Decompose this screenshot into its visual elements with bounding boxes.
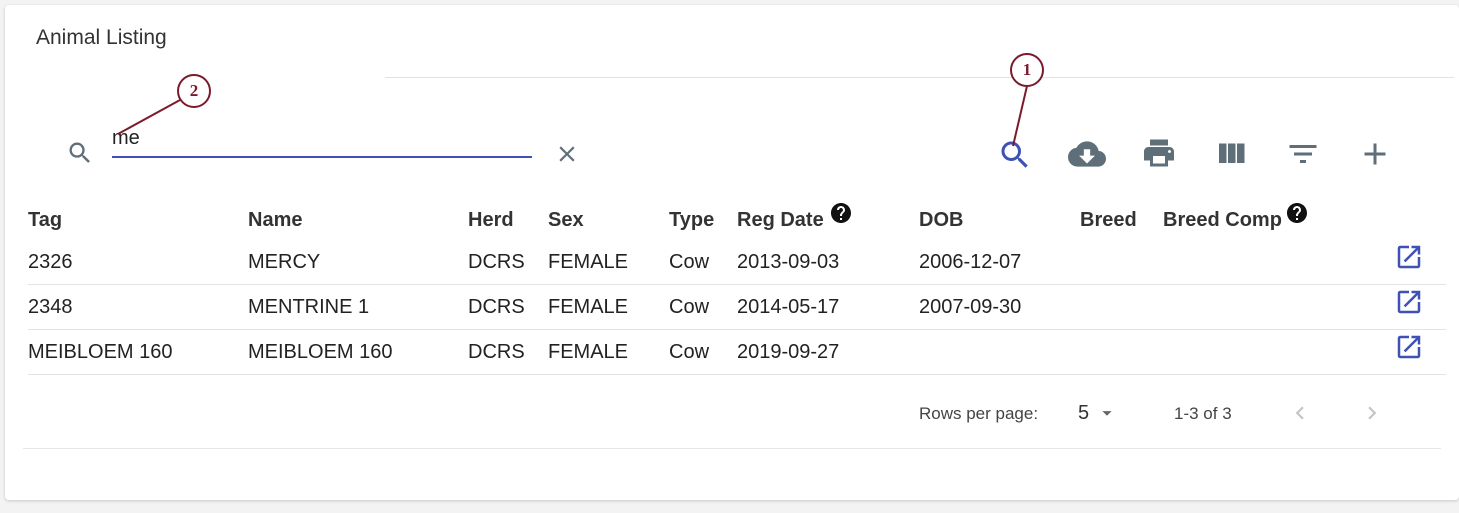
view-column-icon[interactable] [1213, 136, 1249, 172]
dropdown-arrow-icon[interactable] [1096, 402, 1118, 424]
column-header-tag[interactable]: Tag [28, 209, 62, 232]
cell-reg-date: 2019-09-27 [737, 341, 840, 363]
help-icon[interactable] [1285, 201, 1309, 225]
open-in-new-icon[interactable] [1394, 287, 1424, 317]
column-header-name[interactable]: Name [248, 209, 302, 232]
clear-search-icon[interactable] [554, 141, 580, 167]
previous-page-icon[interactable] [1287, 400, 1313, 426]
open-in-new-icon[interactable] [1394, 242, 1424, 272]
cell-dob: 2007-09-30 [919, 296, 1022, 318]
row-divider [28, 329, 1446, 330]
cell-name: MERCY [248, 251, 321, 273]
open-in-new-icon[interactable] [1394, 332, 1424, 362]
column-header-dob[interactable]: DOB [919, 209, 963, 232]
cell-reg-date: 2014-05-17 [737, 296, 840, 318]
cell-herd: DCRS [468, 296, 525, 318]
search-icon [69, 142, 90, 163]
annotation-callout: 1 [1010, 53, 1044, 87]
toolbar-search-icon[interactable] [997, 137, 1033, 173]
cell-sex: FEMALE [548, 341, 629, 363]
cloud-download-icon[interactable] [1068, 135, 1106, 173]
page-title: Animal Listing [36, 26, 167, 49]
cell-sex: FEMALE [548, 296, 629, 318]
column-header-herd[interactable]: Herd [468, 209, 514, 232]
help-icon[interactable] [829, 201, 853, 225]
cell-herd: DCRS [468, 251, 525, 273]
cell-type: Cow [669, 341, 710, 363]
column-header-type[interactable]: Type [669, 209, 714, 232]
cell-tag: 2348 [28, 296, 73, 318]
rows-per-page-select[interactable]: 5 [1078, 402, 1089, 425]
filter-list-icon[interactable] [1285, 136, 1321, 172]
cell-type: Cow [669, 296, 710, 318]
cell-herd: DCRS [468, 341, 525, 363]
cell-dob: 2006-12-07 [919, 251, 1022, 273]
cell-tag: MEIBLOEM 160 [28, 341, 173, 363]
print-icon[interactable] [1141, 135, 1177, 171]
row-divider [28, 374, 1446, 375]
add-icon[interactable] [1357, 136, 1393, 172]
search-input[interactable] [112, 124, 532, 158]
cell-name: MENTRINE 1 [248, 296, 370, 318]
rows-per-page-label: Rows per page: [919, 404, 1039, 423]
column-header-breed-comp[interactable]: Breed Comp [1163, 209, 1282, 232]
annotation-callout: 2 [177, 74, 211, 108]
cell-name: MEIBLOEM 160 [248, 341, 393, 363]
column-header-breed[interactable]: Breed [1080, 209, 1137, 232]
cell-type: Cow [669, 251, 710, 273]
cell-reg-date: 2013-09-03 [737, 251, 840, 273]
row-divider [28, 284, 1446, 285]
column-header-reg-date[interactable]: Reg Date [737, 209, 824, 232]
column-header-sex[interactable]: Sex [548, 209, 584, 232]
header-divider [385, 77, 1454, 78]
cell-sex: FEMALE [548, 251, 629, 273]
next-page-icon[interactable] [1359, 400, 1385, 426]
cell-tag: 2326 [28, 251, 73, 273]
pagination-range: 1-3 of 3 [1174, 404, 1232, 423]
